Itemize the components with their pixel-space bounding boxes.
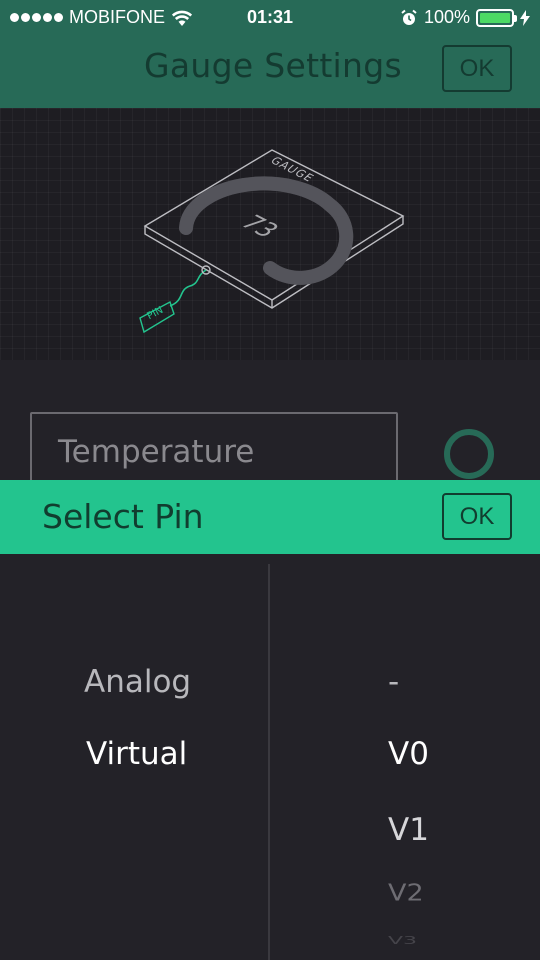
select-pin-bar: Select Pin OK [0, 480, 540, 554]
header-ok-button[interactable]: OK [442, 45, 512, 92]
alarm-icon [401, 9, 417, 25]
pin-type-analog[interactable]: Analog [84, 664, 191, 700]
pin-option-v0[interactable]: V0 [388, 736, 429, 772]
battery-level [480, 12, 510, 23]
pin-type-virtual[interactable]: Virtual [86, 736, 187, 772]
status-bar: MOBIFONE 01:31 100% [0, 0, 540, 36]
charging-icon [520, 9, 530, 26]
pin-option-v3[interactable]: V3 [388, 934, 417, 947]
battery-percent: 100% [423, 7, 470, 27]
pin-option-none[interactable]: - [388, 664, 399, 700]
picker-divider [268, 564, 270, 960]
pin-option-v1[interactable]: V1 [388, 812, 429, 848]
pin-picker[interactable]: Analog Virtual - V0 V1 V2 V3 [0, 554, 540, 960]
color-picker-button[interactable] [444, 429, 494, 479]
widget-preview: GAUGE 73 PIN [0, 108, 540, 360]
select-pin-ok-button[interactable]: OK [442, 493, 512, 540]
status-right: 100% [400, 7, 530, 28]
pin-option-v2[interactable]: V2 [388, 880, 424, 906]
select-pin-title: Select Pin [42, 497, 204, 536]
battery-icon [476, 8, 517, 27]
